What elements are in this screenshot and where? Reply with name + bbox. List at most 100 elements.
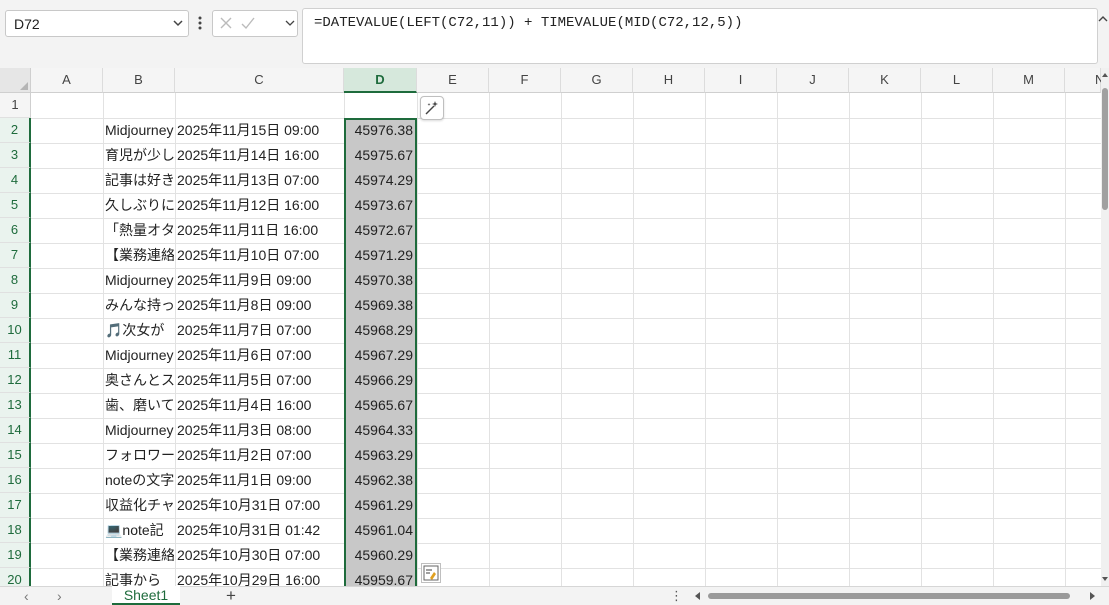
- cell-b[interactable]: フォロワー: [104, 443, 174, 468]
- column-header-k[interactable]: K: [849, 68, 921, 93]
- column-header-f[interactable]: F: [489, 68, 561, 93]
- chevron-down-icon[interactable]: [285, 18, 295, 28]
- cell-c[interactable]: 2025年11月10日 07:00: [175, 243, 344, 268]
- cell-c[interactable]: 2025年11月11日 16:00: [175, 218, 344, 243]
- cell-c[interactable]: 2025年11月4日 16:00: [175, 393, 344, 418]
- column-header-d[interactable]: D: [344, 68, 417, 93]
- prev-sheet-button[interactable]: ‹: [24, 589, 29, 603]
- cell-c[interactable]: 2025年10月31日 01:42: [175, 518, 344, 543]
- row-header[interactable]: 9: [0, 293, 31, 318]
- cell-b[interactable]: 記事から: [104, 568, 174, 586]
- cell-b[interactable]: Midjourney: [104, 343, 174, 368]
- horizontal-scroll-thumb[interactable]: [708, 593, 1070, 599]
- column-header-g[interactable]: G: [561, 68, 633, 93]
- cell-d[interactable]: 45974.29: [345, 168, 415, 193]
- column-header-m[interactable]: M: [993, 68, 1065, 93]
- cell-b[interactable]: Midjourney: [104, 418, 174, 443]
- cell-b[interactable]: 久しぶりに: [104, 193, 174, 218]
- column-header-l[interactable]: L: [921, 68, 993, 93]
- cell-b[interactable]: 歯、磨いて: [104, 393, 174, 418]
- cell-d[interactable]: 45962.38: [345, 468, 415, 493]
- row-header[interactable]: 11: [0, 343, 31, 368]
- cell-b[interactable]: 💻note記: [104, 518, 174, 543]
- row-header[interactable]: 6: [0, 218, 31, 243]
- more-options-icon[interactable]: [196, 14, 204, 32]
- row-header[interactable]: 4: [0, 168, 31, 193]
- cell-c[interactable]: 2025年11月15日 09:00: [175, 118, 344, 143]
- row-header[interactable]: 2: [0, 118, 31, 143]
- row-header[interactable]: 1: [0, 93, 31, 118]
- cell-d[interactable]: 45966.29: [345, 368, 415, 393]
- column-header-a[interactable]: A: [31, 68, 103, 93]
- chevron-down-icon[interactable]: [172, 17, 184, 29]
- cell-c[interactable]: 2025年10月31日 07:00: [175, 493, 344, 518]
- horizontal-scrollbar[interactable]: [692, 590, 1100, 600]
- more-options-icon[interactable]: ⋮: [670, 589, 683, 602]
- row-header[interactable]: 20: [0, 568, 31, 586]
- cell-c[interactable]: 2025年10月30日 07:00: [175, 543, 344, 568]
- row-header[interactable]: 3: [0, 143, 31, 168]
- cell-d[interactable]: 45969.38: [345, 293, 415, 318]
- cell-c[interactable]: 2025年11月9日 09:00: [175, 268, 344, 293]
- column-header-e[interactable]: E: [417, 68, 489, 93]
- cell-b[interactable]: 【業務連絡: [104, 243, 174, 268]
- scroll-down-arrow-icon[interactable]: [1102, 576, 1108, 582]
- select-all-corner[interactable]: [0, 68, 31, 93]
- cell-b[interactable]: 「熱量オタ: [104, 218, 174, 243]
- cell-d[interactable]: 45971.29: [345, 243, 415, 268]
- cell-d[interactable]: 45976.38: [345, 118, 415, 143]
- row-header[interactable]: 12: [0, 368, 31, 393]
- cell-b[interactable]: 【業務連絡: [104, 543, 174, 568]
- row-header[interactable]: 18: [0, 518, 31, 543]
- cell-d[interactable]: 45964.33: [345, 418, 415, 443]
- cell-b[interactable]: 記事は好き: [104, 168, 174, 193]
- cell-d[interactable]: 45975.67: [345, 143, 415, 168]
- row-header[interactable]: 15: [0, 443, 31, 468]
- cell-c[interactable]: 2025年11月8日 09:00: [175, 293, 344, 318]
- row-header[interactable]: 16: [0, 468, 31, 493]
- cell-b[interactable]: Midjourney: [104, 118, 174, 143]
- add-sheet-button[interactable]: +: [226, 587, 236, 604]
- name-box[interactable]: D72: [5, 10, 189, 37]
- cell-d[interactable]: 45960.29: [345, 543, 415, 568]
- cell-c[interactable]: 2025年11月5日 07:00: [175, 368, 344, 393]
- formula-input[interactable]: =DATEVALUE(LEFT(C72,11)) + TIMEVALUE(MID…: [302, 8, 1098, 64]
- cell-b[interactable]: noteの文字: [104, 468, 174, 493]
- row-header[interactable]: 17: [0, 493, 31, 518]
- row-header[interactable]: 13: [0, 393, 31, 418]
- cell-b[interactable]: みんな持っ: [104, 293, 174, 318]
- cell-b[interactable]: Midjourney: [104, 268, 174, 293]
- row-header[interactable]: 8: [0, 268, 31, 293]
- cell-c[interactable]: 2025年11月3日 08:00: [175, 418, 344, 443]
- collapse-formula-bar-icon[interactable]: [1097, 14, 1109, 24]
- cell-b[interactable]: 奥さんとス: [104, 368, 174, 393]
- sheet-tab-sheet1[interactable]: Sheet1: [112, 586, 180, 605]
- column-header-n[interactable]: N: [1065, 68, 1104, 93]
- cell-d[interactable]: 45961.04: [345, 518, 415, 543]
- next-sheet-button[interactable]: ›: [57, 589, 62, 603]
- cell-c[interactable]: 2025年11月12日 16:00: [175, 193, 344, 218]
- column-header-h[interactable]: H: [633, 68, 705, 93]
- cell-b[interactable]: 育児が少し: [104, 143, 174, 168]
- cell-d[interactable]: 45961.29: [345, 493, 415, 518]
- cell-d[interactable]: 45965.67: [345, 393, 415, 418]
- column-header-j[interactable]: J: [777, 68, 849, 93]
- row-header[interactable]: 5: [0, 193, 31, 218]
- cell-b[interactable]: 🎵次女が: [104, 318, 174, 343]
- spreadsheet-grid[interactable]: A B C D E F G H I J K L M N 1 2 Midjourn…: [0, 68, 1109, 586]
- vertical-scrollbar[interactable]: [1101, 68, 1109, 586]
- copilot-button[interactable]: [420, 96, 444, 120]
- cancel-icon[interactable]: [218, 15, 234, 31]
- cell-c[interactable]: 2025年11月1日 09:00: [175, 468, 344, 493]
- cell-d[interactable]: 45959.67: [345, 568, 415, 586]
- column-header-b[interactable]: B: [103, 68, 175, 93]
- scroll-left-arrow-icon[interactable]: [694, 592, 700, 600]
- cell-c[interactable]: 2025年11月2日 07:00: [175, 443, 344, 468]
- column-header-i[interactable]: I: [705, 68, 777, 93]
- cell-c[interactable]: 2025年10月29日 16:00: [175, 568, 344, 586]
- cell-d[interactable]: 45973.67: [345, 193, 415, 218]
- cell-d[interactable]: 45967.29: [345, 343, 415, 368]
- cell-c[interactable]: 2025年11月6日 07:00: [175, 343, 344, 368]
- row-header[interactable]: 19: [0, 543, 31, 568]
- row-header[interactable]: 14: [0, 418, 31, 443]
